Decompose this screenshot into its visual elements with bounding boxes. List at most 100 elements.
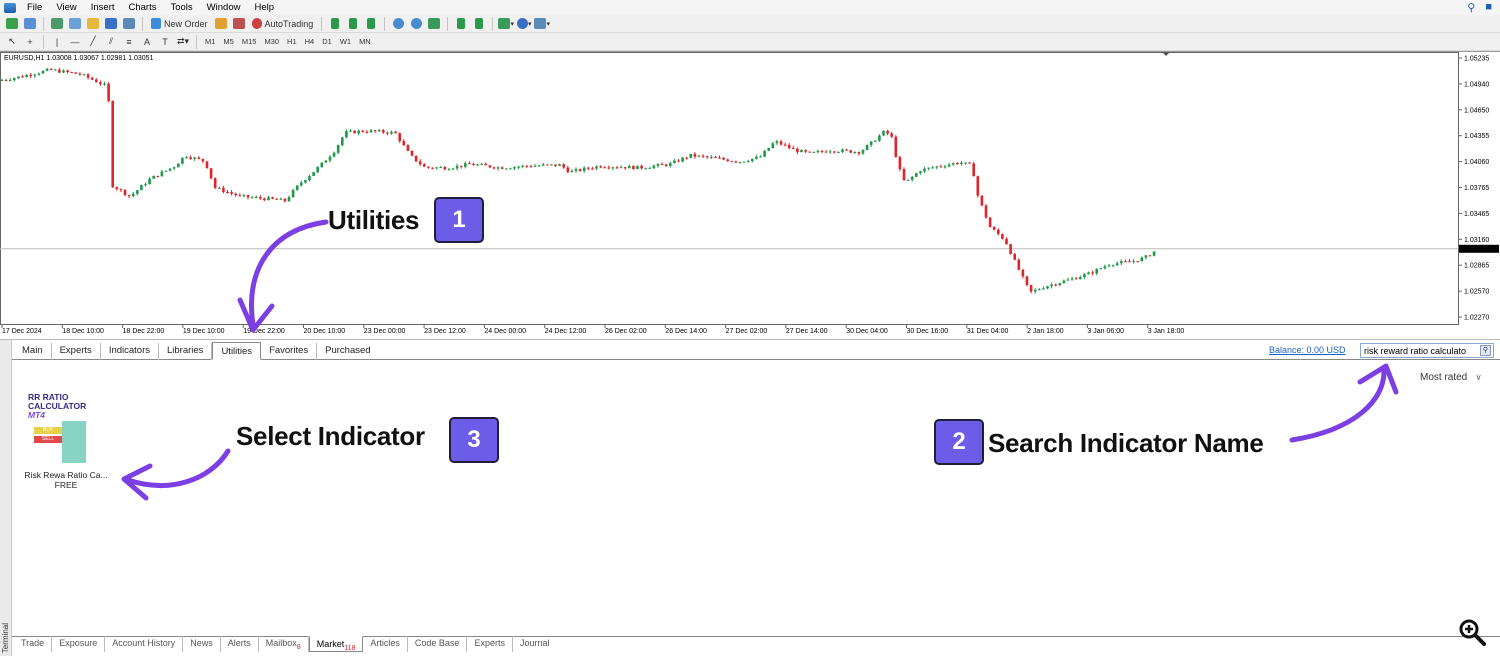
terminal-button[interactable] — [103, 16, 119, 31]
candle-body — [148, 178, 151, 185]
product-card[interactable]: RR RATIO CALCULATOR MT4 BUY SELL Risk Re… — [20, 393, 112, 490]
label-icon[interactable]: T — [157, 34, 173, 49]
vertical-line-icon[interactable]: | — [49, 34, 65, 49]
candle-body — [828, 151, 832, 153]
navigator-button[interactable] — [85, 16, 101, 31]
tab-indicators[interactable]: Indicators — [101, 343, 159, 360]
candle-body — [275, 198, 278, 200]
menu-window[interactable]: Window — [200, 0, 248, 15]
chart-canvas[interactable]: 1.05235 1.04940 1.04650 1.04355 1.04060 1.037… — [0, 52, 1500, 340]
candle-body — [361, 130, 365, 132]
candle-body — [1144, 255, 1148, 258]
templates-button[interactable]: ▾ — [534, 16, 550, 31]
tab-main[interactable]: Main — [14, 343, 52, 360]
timeframe-h1[interactable]: H1 — [284, 37, 300, 46]
terminal-tab-code-base[interactable]: Code Base — [408, 636, 468, 652]
periods-button[interactable]: ▾ — [516, 16, 532, 31]
terminal-tab-news[interactable]: News — [183, 636, 221, 652]
candle-body — [21, 76, 24, 78]
profiles-button[interactable] — [22, 16, 38, 31]
horizontal-line-icon[interactable]: — — [67, 34, 83, 49]
candle-body — [4, 79, 8, 81]
market-watch-button[interactable] — [49, 16, 65, 31]
fibonacci-icon[interactable]: ≡ — [121, 34, 137, 49]
cursor-icon[interactable]: ↖ — [4, 34, 20, 49]
terminal-tab-articles[interactable]: Articles — [363, 636, 408, 652]
sort-dropdown[interactable]: Most rated ∨ — [1420, 372, 1482, 383]
candlesticks-button[interactable] — [345, 16, 361, 31]
crosshair-icon[interactable]: + — [22, 34, 38, 49]
timeframe-w1[interactable]: W1 — [337, 37, 354, 46]
terminal-tab-journal[interactable]: Journal — [513, 636, 557, 652]
candle-body — [1054, 284, 1057, 286]
trendline-icon[interactable]: ╱ — [85, 34, 101, 49]
script-button[interactable] — [231, 16, 247, 31]
terminal-tab-mailbox[interactable]: Mailbox8 — [259, 636, 309, 652]
bar-chart-button[interactable] — [327, 16, 343, 31]
timeframe-h4[interactable]: H4 — [302, 37, 318, 46]
channel-icon[interactable]: ⫽ — [103, 34, 119, 49]
tile-windows-button[interactable] — [426, 16, 442, 31]
menu-tools[interactable]: Tools — [163, 0, 199, 15]
candle-body — [1013, 254, 1016, 260]
terminal-tab-account-history[interactable]: Account History — [105, 636, 184, 652]
tab-favorites[interactable]: Favorites — [261, 343, 318, 360]
candle-body — [603, 167, 606, 169]
candle-body — [964, 162, 967, 164]
timeframe-m15[interactable]: M15 — [239, 37, 260, 46]
candle-body — [394, 131, 397, 134]
candle-body — [1111, 265, 1115, 267]
terminal-tab-market[interactable]: Market118 — [308, 636, 364, 652]
data-window-button[interactable] — [67, 16, 83, 31]
autotrading-icon — [251, 18, 262, 29]
price-chart[interactable]: 1.05235 1.04940 1.04650 1.04355 1.04060 1.037… — [0, 51, 1500, 339]
timeframe-d1[interactable]: D1 — [319, 37, 335, 46]
product-name[interactable]: Risk Rewa Ratio Ca... — [20, 470, 112, 480]
chart-shift-button[interactable] — [453, 16, 469, 31]
new-chart-button[interactable] — [4, 16, 20, 31]
candle-body — [845, 149, 848, 151]
timeframe-m5[interactable]: M5 — [220, 37, 236, 46]
auto-scroll-button[interactable] — [471, 16, 487, 31]
product-thumbnail[interactable]: RR RATIO CALCULATOR MT4 BUY SELL — [24, 393, 110, 467]
metaeditor-button[interactable] — [213, 16, 229, 31]
strategy-tester-button[interactable] — [121, 16, 137, 31]
timeframe-mn[interactable]: MN — [356, 37, 374, 46]
indicators-button[interactable]: ▾ — [498, 16, 514, 31]
terminal-tab-experts[interactable]: Experts — [467, 636, 513, 652]
account-icon[interactable]: ■ — [1485, 1, 1492, 14]
candle-body — [1103, 266, 1107, 269]
tab-utilities[interactable]: Utilities — [212, 342, 262, 360]
autotrading-button[interactable]: AutoTrading — [249, 16, 317, 31]
tab-experts[interactable]: Experts — [52, 343, 101, 360]
terminal-tab-trade[interactable]: Trade — [14, 636, 53, 652]
arrows-icon[interactable]: ⇄▾ — [175, 34, 191, 49]
market-search-input[interactable] — [1360, 343, 1494, 358]
menu-view[interactable]: View — [49, 0, 83, 15]
tab-purchased[interactable]: Purchased — [317, 343, 378, 360]
terminal-tab-alerts[interactable]: Alerts — [221, 636, 259, 652]
tab-libraries[interactable]: Libraries — [159, 343, 213, 360]
terminal-side-bar[interactable]: Terminal — [0, 340, 12, 656]
zoom-in-button[interactable] — [390, 16, 406, 31]
timeframe-m30[interactable]: M30 — [261, 37, 282, 46]
balance-link[interactable]: Balance: 0.00 USD — [1269, 345, 1346, 355]
new-order-button[interactable]: New Order — [148, 16, 211, 31]
timeframe-m1[interactable]: M1 — [202, 37, 218, 46]
menu-file[interactable]: File — [20, 0, 49, 15]
menu-charts[interactable]: Charts — [122, 0, 164, 15]
zoom-out-button[interactable] — [408, 16, 424, 31]
terminal-tab-exposure[interactable]: Exposure — [52, 636, 106, 652]
candle-body — [295, 185, 299, 190]
candle-body — [246, 195, 250, 198]
line-chart-button[interactable] — [363, 16, 379, 31]
text-icon[interactable]: A — [139, 34, 155, 49]
menu-help[interactable]: Help — [247, 0, 281, 15]
candle-body — [660, 163, 664, 165]
menu-insert[interactable]: Insert — [84, 0, 122, 15]
price-axis-label: 1.04940 — [1464, 81, 1489, 88]
search-submit-icon[interactable]: ⚲ — [1480, 345, 1491, 356]
zoom-icon[interactable] — [1458, 618, 1486, 646]
candle-body — [652, 165, 656, 168]
search-icon[interactable]: ⚲ — [1467, 1, 1475, 14]
